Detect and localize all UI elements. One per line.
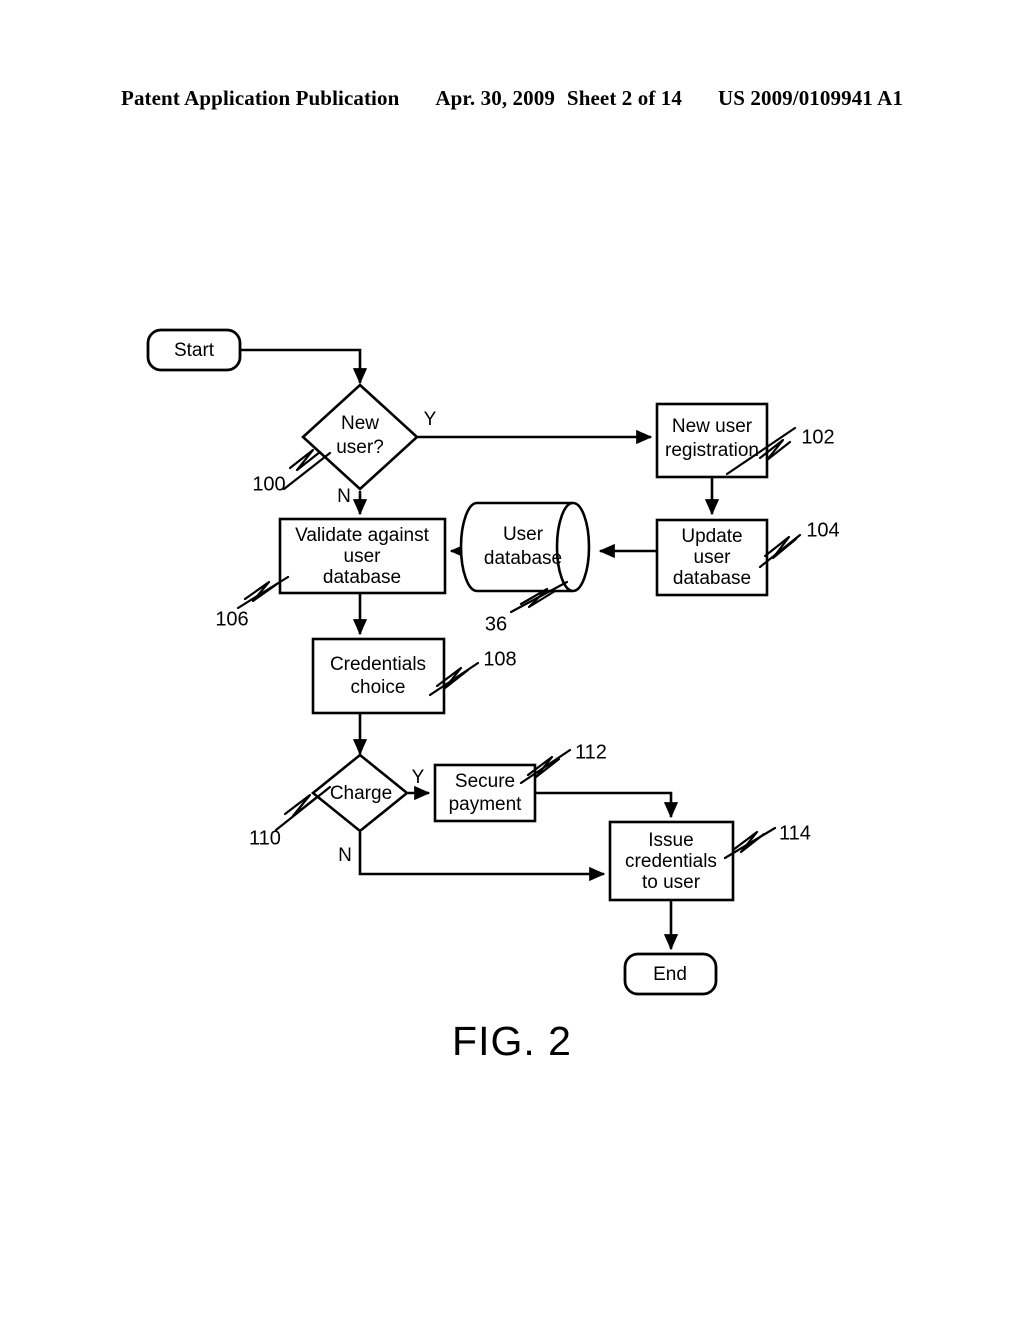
- node-validate-label-line1: Validate against: [295, 525, 430, 546]
- connector-start-to-new-user: [240, 348, 368, 385]
- node-user-database-label-line1: User: [503, 524, 544, 545]
- node-new-user-registration-label-line1: New user: [672, 416, 753, 437]
- node-credentials-choice-label-line1: Credentials: [330, 654, 426, 675]
- branch-label-new-user-yes: Y: [424, 409, 437, 430]
- node-validate-label-line2: user: [344, 546, 382, 567]
- node-charge-decision: Charge: [310, 753, 410, 833]
- node-update-user-database: Update user database: [655, 518, 769, 597]
- figure-2-flowchart: Start New user? New user registration Up…: [0, 0, 1024, 1320]
- connector-secure-payment-to-issue-credentials: [535, 791, 679, 819]
- reference-numeral-110: 110: [249, 827, 281, 849]
- node-validate-against-user-database: Validate against user database: [278, 517, 447, 595]
- reference-leader-106: 106: [215, 575, 290, 630]
- node-new-user-label-line2: user?: [336, 437, 384, 458]
- reference-numeral-106: 106: [215, 608, 248, 630]
- reference-numeral-102: 102: [801, 426, 834, 448]
- node-end-label: End: [653, 964, 687, 985]
- reference-numeral-108: 108: [483, 648, 516, 670]
- figure-caption: FIG. 2: [452, 1018, 572, 1064]
- patent-page: Patent Application Publication Apr. 30, …: [0, 0, 1024, 1320]
- node-issue-credentials-label-line2: credentials: [625, 851, 717, 872]
- node-user-database: User database: [459, 501, 591, 593]
- node-user-database-label-line2: database: [484, 548, 562, 569]
- node-validate-label-line3: database: [323, 567, 401, 588]
- reference-leader-100: 100: [252, 448, 332, 495]
- node-credentials-choice: Credentials choice: [311, 637, 446, 715]
- reference-numeral-100: 100: [252, 473, 285, 495]
- node-issue-credentials-label-line3: to user: [642, 872, 701, 893]
- reference-leader-110: 110: [249, 785, 332, 849]
- connector-charge-no-to-issue-credentials: [358, 832, 606, 882]
- reference-numeral-114: 114: [779, 822, 811, 844]
- reference-numeral-36: 36: [485, 613, 507, 635]
- node-credentials-choice-label-line2: choice: [351, 677, 406, 698]
- branch-label-charge-no: N: [338, 845, 352, 866]
- node-issue-credentials: Issue credentials to user: [608, 820, 735, 902]
- branch-label-new-user-no: N: [337, 486, 351, 507]
- node-start-label: Start: [174, 340, 215, 361]
- reference-leader-114: 114: [723, 822, 811, 860]
- node-secure-payment-label-line1: Secure: [455, 771, 515, 792]
- reference-numeral-112: 112: [575, 741, 607, 763]
- node-secure-payment-label-line2: payment: [449, 794, 523, 815]
- node-end: End: [623, 952, 718, 996]
- node-secure-payment: Secure payment: [433, 763, 537, 823]
- node-new-user-label-line1: New: [341, 413, 379, 434]
- flowchart-svg: Start New user? New user registration Up…: [146, 328, 840, 996]
- reference-numeral-104: 104: [806, 519, 839, 541]
- node-update-user-database-label-line3: database: [673, 568, 751, 589]
- node-new-user-registration-label-line2: registration: [665, 440, 759, 461]
- node-start: Start: [146, 328, 242, 372]
- node-issue-credentials-label-line1: Issue: [648, 830, 693, 851]
- node-new-user-decision: New user?: [301, 383, 419, 491]
- node-update-user-database-label-line1: Update: [681, 526, 742, 547]
- node-charge-label: Charge: [330, 783, 392, 804]
- node-update-user-database-label-line2: user: [694, 547, 732, 568]
- reference-leader-104: 104: [758, 519, 840, 569]
- node-new-user-registration: New user registration: [655, 402, 769, 479]
- branch-label-charge-yes: Y: [412, 767, 425, 788]
